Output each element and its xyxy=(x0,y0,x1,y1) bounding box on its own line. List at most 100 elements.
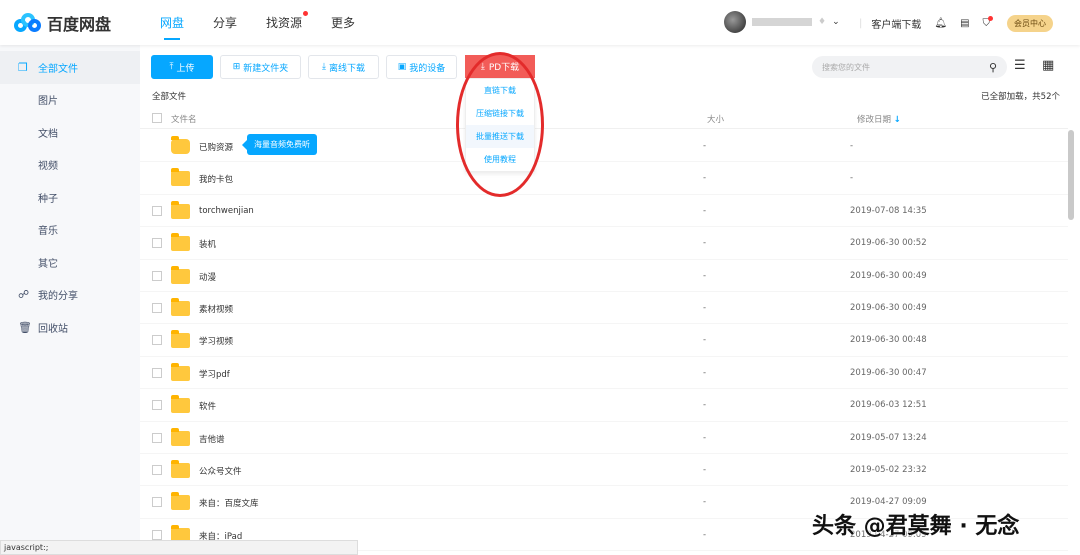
table-row[interactable]: torchwenjian - 2019-07-08 14:35 xyxy=(140,195,1068,228)
table-row[interactable]: 公众号文件 - 2019-05-02 23:32 xyxy=(140,454,1068,487)
row-checkbox[interactable] xyxy=(152,497,162,508)
upload-icon: ⤒ xyxy=(169,62,174,72)
file-name[interactable]: 学习pdf xyxy=(199,368,230,380)
table-row[interactable]: 动漫 - 2019-06-30 00:49 xyxy=(140,260,1068,292)
sidebar-item-images[interactable]: 图片 xyxy=(0,84,140,117)
folder-icon xyxy=(171,233,190,252)
clipboard-icon[interactable]: ▤ xyxy=(960,18,969,29)
sidebar-item-music[interactable]: 音乐 xyxy=(0,214,140,247)
file-date: - xyxy=(850,173,854,184)
bell-icon[interactable]: 🔔︎ xyxy=(934,18,947,29)
my-devices-button[interactable]: ▣ 我的设备 xyxy=(386,55,457,79)
row-checkbox[interactable] xyxy=(152,400,162,411)
file-date: 2019-06-30 00:48 xyxy=(850,335,927,346)
sidebar-item-other[interactable]: 其它 xyxy=(0,246,140,279)
file-size: - xyxy=(703,367,707,378)
upload-button[interactable]: ⤒ 上传 xyxy=(151,55,213,79)
sidebar-item-docs[interactable]: 文档 xyxy=(0,116,140,149)
table-row[interactable]: 学习视频 - 2019-06-30 00:48 xyxy=(140,324,1068,357)
nav-find-resources[interactable]: 找资源 xyxy=(266,11,309,31)
menu-item-batch-push[interactable]: 批量推送下载 xyxy=(466,125,534,148)
file-size: - xyxy=(703,303,707,313)
search-icon[interactable]: ⚲ xyxy=(989,61,997,74)
nav-more[interactable]: 更多 xyxy=(331,14,355,31)
search-input[interactable]: 搜索您的文件 ⚲ xyxy=(812,56,1007,78)
row-checkbox[interactable] xyxy=(152,303,162,313)
scrollbar[interactable] xyxy=(1068,130,1074,220)
file-name[interactable]: 来自：百度文库 xyxy=(199,497,259,509)
pd-download-button[interactable]: ⤓ PD下载 xyxy=(465,55,535,78)
client-download-link[interactable]: 客户端下载 xyxy=(871,16,921,31)
avatar[interactable] xyxy=(724,11,746,33)
grid-view-icon[interactable]: ▦ xyxy=(1042,58,1054,73)
vip-center-button[interactable]: 会员中心 xyxy=(1007,15,1054,32)
sidebar: ❐ 全部文件 图片 文档 视频 种子 音乐 其它 ☍ 我的分享 🗑︎ 回收站 xyxy=(0,45,140,555)
row-checkbox[interactable] xyxy=(152,465,162,475)
main-nav: 网盘 分享 找资源 更多 xyxy=(160,11,355,40)
sidebar-item-recycle-bin[interactable]: 🗑︎ 回收站 xyxy=(0,311,140,344)
nav-share[interactable]: 分享 xyxy=(213,14,237,31)
table-row[interactable]: 软件 - 2019-06-03 12:51 xyxy=(140,389,1068,422)
table-row[interactable]: 装机 - 2019-06-30 00:52 xyxy=(140,227,1068,260)
table-row[interactable]: 素材视频 - 2019-06-30 00:49 xyxy=(140,292,1068,325)
row-checkbox[interactable] xyxy=(152,238,162,249)
chevron-down-icon[interactable]: ⌄ xyxy=(832,17,840,27)
table-row[interactable]: 学习pdf - 2019-06-30 00:47 xyxy=(140,357,1068,390)
file-size: - xyxy=(703,238,707,249)
row-checkbox[interactable] xyxy=(152,529,162,540)
file-name[interactable]: 软件 xyxy=(199,400,216,412)
file-size: - xyxy=(703,141,707,151)
sidebar-item-label: 全部文件 xyxy=(38,63,78,75)
menu-item-zip-link[interactable]: 压缩链接下载 xyxy=(466,102,534,125)
row-checkbox[interactable] xyxy=(152,205,162,216)
sidebar-item-my-shares[interactable]: ☍ 我的分享 xyxy=(0,279,140,312)
offline-download-button[interactable]: ⤓ 离线下载 xyxy=(308,55,379,79)
row-checkbox[interactable] xyxy=(152,270,162,281)
notification-dot xyxy=(303,11,309,16)
file-size: - xyxy=(703,465,707,475)
select-all-checkbox[interactable] xyxy=(152,113,162,123)
pd-download-menu: 直链下载 压缩链接下载 批量推送下载 使用教程 xyxy=(465,78,535,172)
upload-label: 上传 xyxy=(176,63,195,74)
menu-item-direct-link[interactable]: 直链下载 xyxy=(466,79,534,102)
user-menu[interactable]: ♦ ⌄ xyxy=(724,11,840,33)
col-name[interactable]: 文件名 xyxy=(171,113,197,125)
file-name[interactable]: 已购资源 xyxy=(199,141,233,153)
new-folder-button[interactable]: ⊞ 新建文件夹 xyxy=(220,55,301,79)
table-row[interactable]: 吉他谱 - 2019-05-07 13:24 xyxy=(140,422,1068,454)
file-name[interactable]: 公众号文件 xyxy=(199,465,242,477)
file-size: - xyxy=(703,529,707,540)
new-folder-label: 新建文件夹 xyxy=(243,63,289,74)
folder-icon xyxy=(171,298,190,316)
sidebar-item-torrents[interactable]: 种子 xyxy=(0,181,140,214)
file-name[interactable]: 装机 xyxy=(199,238,216,250)
sidebar-item-videos[interactable]: 视频 xyxy=(0,149,140,182)
row-checkbox[interactable] xyxy=(152,335,162,346)
file-name[interactable]: 素材视频 xyxy=(199,303,233,315)
watermark: 头条 @君莫舞 · 无念 xyxy=(812,514,1020,539)
col-size[interactable]: 大小 xyxy=(707,113,724,125)
file-name[interactable]: 学习视频 xyxy=(199,335,233,347)
file-name[interactable]: 吉他谱 xyxy=(199,433,225,445)
file-name[interactable]: torchwenjian xyxy=(199,206,254,216)
file-size: - xyxy=(703,173,707,184)
sidebar-item-all-files[interactable]: ❐ 全部文件 xyxy=(0,51,140,84)
file-date: - xyxy=(850,141,854,151)
col-date-label: 修改日期 xyxy=(857,115,892,125)
logo[interactable]: 百度网盘 xyxy=(14,11,111,35)
folder-icon xyxy=(171,265,190,284)
breadcrumb[interactable]: 全部文件 xyxy=(152,90,186,102)
nav-wangpan[interactable]: 网盘 xyxy=(160,14,184,40)
nav-find-resources-label: 找资源 xyxy=(266,16,303,30)
file-name[interactable]: 我的卡包 xyxy=(199,173,233,185)
table-row[interactable]: 我的卡包 - - xyxy=(140,162,1068,195)
shirt-icon[interactable]: ⛉ xyxy=(983,16,994,29)
sort-icon[interactable]: ☰ xyxy=(1014,58,1026,73)
menu-item-tutorial[interactable]: 使用教程 xyxy=(466,148,534,171)
loaded-count: 已全部加载，共52个 xyxy=(981,92,1060,102)
file-name[interactable]: 动漫 xyxy=(199,271,216,283)
file-size: - xyxy=(703,497,707,508)
row-checkbox[interactable] xyxy=(152,367,162,378)
col-date[interactable]: 修改日期 ↓ xyxy=(857,113,901,125)
row-checkbox[interactable] xyxy=(152,432,162,443)
